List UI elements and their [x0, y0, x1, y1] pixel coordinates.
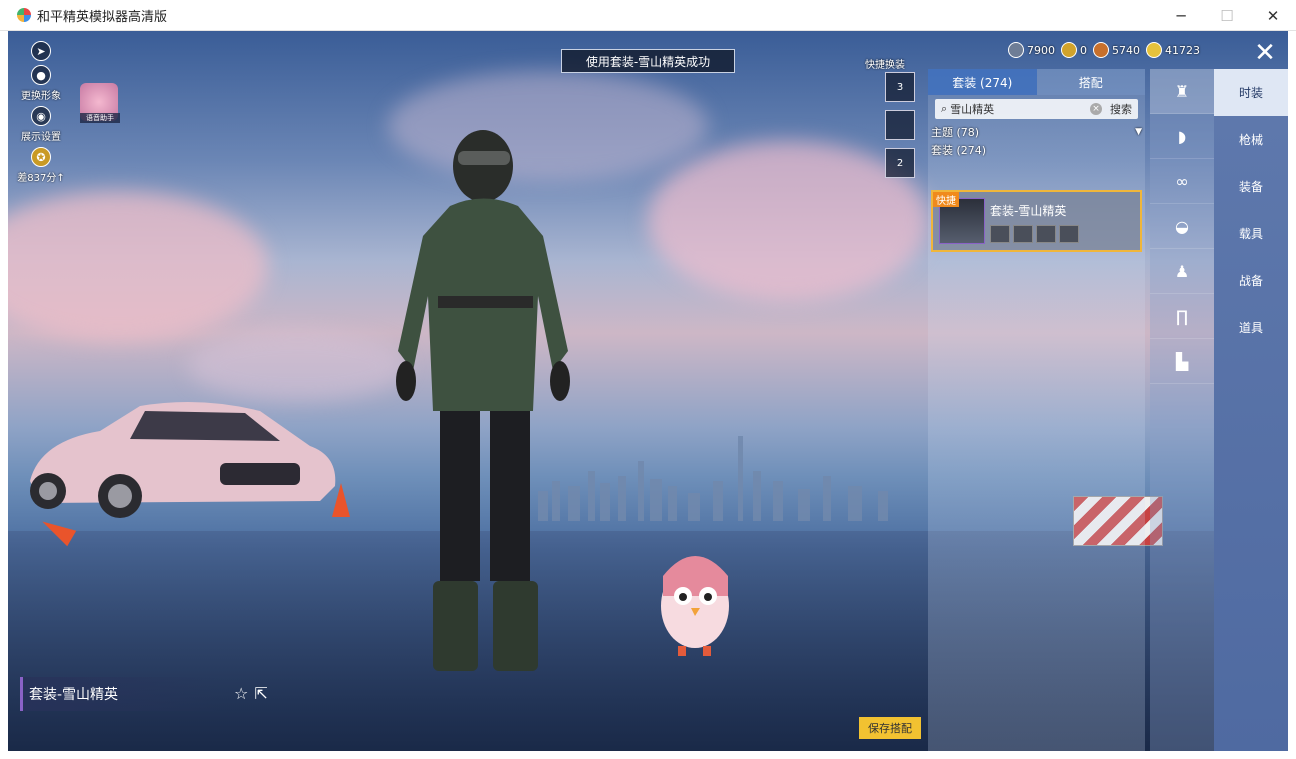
search-icon: ⌕ [941, 102, 948, 115]
favorite-share-icon[interactable]: ☆ [234, 684, 248, 703]
category-helmet-icon[interactable]: ◗ [1150, 114, 1214, 159]
currency-value: 7900 [1027, 43, 1055, 57]
pink-owl-pet [661, 556, 729, 656]
minimize-button[interactable]: ─ [1158, 0, 1204, 31]
category-pants-icon[interactable]: ∏ [1150, 294, 1214, 339]
change-avatar-button[interactable]: ● 更换形象 [16, 65, 66, 102]
share-icon[interactable]: ⇱ [254, 684, 267, 703]
quick-slot-current[interactable] [885, 110, 915, 140]
menu-items[interactable]: 道具 [1214, 304, 1288, 351]
city-skyline [538, 436, 888, 521]
voice-assistant-button[interactable]: 语音助手 [80, 83, 120, 123]
category-mask-icon[interactable]: ◒ [1150, 204, 1214, 249]
part-icon [990, 225, 1010, 243]
save-outfit-button[interactable]: 保存搭配 [859, 717, 921, 739]
suit-name: 套装-雪山精英 [990, 204, 1067, 218]
clear-search-icon[interactable]: × [1090, 103, 1102, 115]
filter-suits: 套装 (274) [928, 141, 1145, 159]
suit-parts [990, 225, 1079, 243]
part-icon [1013, 225, 1033, 243]
quick-slot-3[interactable]: 3 [885, 72, 915, 102]
tab-combos[interactable]: 搭配 [1036, 69, 1145, 95]
dropdown-icon: ▼ [1135, 127, 1142, 137]
display-settings-button[interactable]: ◉ 展示设置 [16, 106, 66, 143]
coin-icon [1008, 42, 1024, 58]
close-window-button[interactable]: ✕ [1250, 0, 1296, 31]
play-button[interactable]: ➤ [16, 41, 66, 61]
rank-icon: ✪ [31, 147, 51, 167]
change-avatar-label: 更换形象 [21, 91, 61, 102]
quick-slot-2[interactable]: 2 [885, 148, 915, 178]
menu-vehicles[interactable]: 载具 [1214, 210, 1288, 257]
category-icons: ♜ ◗ ∞ ◒ ♟ ∏ ▙ [1150, 69, 1214, 751]
coin-icon [1061, 42, 1077, 58]
currency-value: 41723 [1165, 43, 1200, 57]
menu-equipment[interactable]: 装备 [1214, 163, 1288, 210]
close-icon[interactable]: ✕ [1242, 36, 1288, 70]
search-button[interactable]: 搜索 [1110, 101, 1132, 117]
filter-theme-label: 主题 (78) [931, 126, 980, 139]
currency-item: 5740 [1093, 42, 1140, 58]
category-glasses-icon[interactable]: ∞ [1150, 159, 1214, 204]
currency-item: 0 [1061, 42, 1087, 58]
quick-change-label: 快捷换装 [865, 60, 905, 71]
filter-theme[interactable]: 主题 (78) ▼ [928, 123, 1145, 141]
outfit-panel: 套装 (274) 搭配 ⌕ 雪山精英 × 搜索 主题 (78) ▼ 套装 (27… [928, 69, 1145, 751]
menu-firearms[interactable]: 枪械 [1214, 116, 1288, 163]
currency-value: 0 [1080, 43, 1087, 57]
category-suit-icon[interactable]: ♜ [1150, 69, 1214, 114]
current-outfit-name: 套装-雪山精英 [20, 677, 220, 711]
cloud [8, 191, 268, 341]
suit-card[interactable]: 快捷 套装-雪山精英 [931, 190, 1142, 252]
part-icon [1059, 225, 1079, 243]
currency-bar: 7900 0 5740 41723 [1008, 39, 1200, 61]
eye-icon: ◉ [31, 106, 51, 126]
category-top-icon[interactable]: ♟ [1150, 249, 1214, 294]
success-banner: 使用套装-雪山精英成功 [561, 49, 735, 73]
maximize-button[interactable]: ☐ [1204, 0, 1250, 31]
game-viewport: 使用套装-雪山精英成功 ➤ ● 更换形象 ◉ 展示设置 ✪ 差837分↑ 语音助… [8, 31, 1288, 751]
filter-suits-label: 套装 (274) [931, 144, 987, 157]
coin-icon [1146, 42, 1162, 58]
currency-item: 41723 [1146, 42, 1200, 58]
rank-button[interactable]: ✪ 差837分↑ [16, 147, 66, 184]
play-icon: ➤ [31, 41, 51, 61]
emulator-window: 和平精英模拟器高清版 ─ ☐ ✕ 使用套装-雪山精英成功 ➤ ● 更换形象 ◉ … [0, 0, 1296, 759]
app-icon [17, 8, 31, 22]
share-controls: ☆ ⇱ [234, 684, 268, 703]
left-toolbar: ➤ ● 更换形象 ◉ 展示设置 ✪ 差837分↑ [16, 41, 66, 188]
title-bar: 和平精英模拟器高清版 ─ ☐ ✕ [0, 0, 1296, 31]
search-value: 雪山精英 [950, 103, 995, 116]
voice-assistant-label: 语音助手 [80, 113, 120, 123]
menu-fashion[interactable]: 时装 [1214, 69, 1288, 116]
menu-supplies[interactable]: 战备 [1214, 257, 1288, 304]
pink-sports-car [30, 402, 336, 518]
avatar-icon: ● [31, 65, 51, 85]
category-shoes-icon[interactable]: ▙ [1150, 339, 1214, 384]
display-settings-label: 展示设置 [21, 132, 61, 143]
part-icon [1036, 225, 1056, 243]
coin-icon [1093, 42, 1109, 58]
quick-badge: 快捷 [933, 192, 959, 207]
window-title: 和平精英模拟器高清版 [37, 9, 168, 25]
main-menu: 时装 枪械 装备 载具 战备 道具 [1214, 69, 1288, 751]
search-input[interactable]: ⌕ 雪山精英 × 搜索 [935, 99, 1138, 119]
currency-item: 7900 [1008, 42, 1055, 58]
rank-label: 差837分↑ [17, 173, 65, 184]
player-character [396, 130, 570, 671]
tab-suits[interactable]: 套装 (274) [928, 69, 1037, 95]
currency-value: 5740 [1112, 43, 1140, 57]
